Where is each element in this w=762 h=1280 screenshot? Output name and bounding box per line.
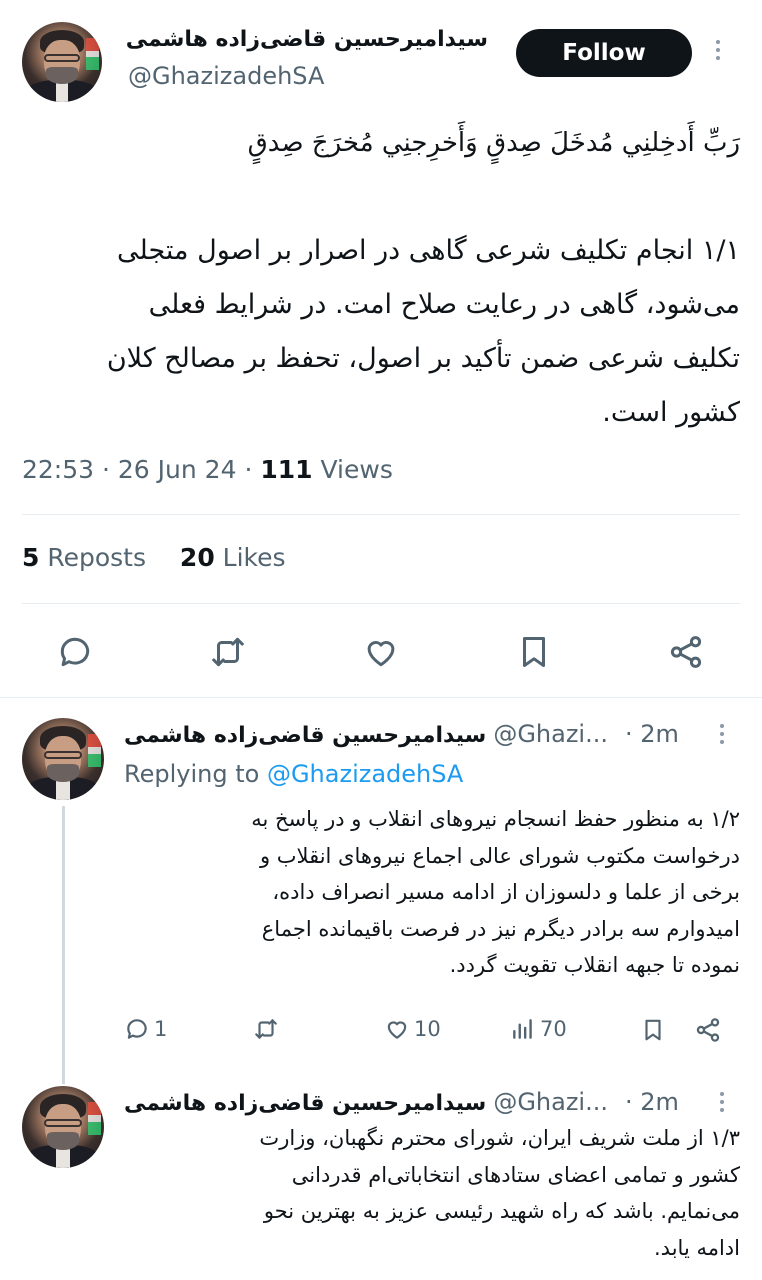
- views-icon: [513, 1019, 532, 1039]
- reply-bookmark-button[interactable]: [640, 1016, 666, 1044]
- replying-prefix: Replying to: [124, 760, 260, 788]
- reply-time[interactable]: · 2m: [625, 1088, 679, 1116]
- reposts-count: 5: [22, 543, 40, 572]
- reply-views-button[interactable]: 70: [510, 1016, 567, 1042]
- reply-like-button[interactable]: 10: [384, 1016, 441, 1042]
- reply-avatar[interactable]: [22, 1086, 104, 1168]
- bookmark-icon[interactable]: [515, 633, 553, 671]
- heart-icon[interactable]: [362, 633, 400, 671]
- tweet-text-line: ۱/۱ انجام تکلیف شرعی گاهی در اصرار بر اص…: [117, 235, 740, 266]
- more-icon[interactable]: [720, 724, 724, 744]
- engagement-stats: 5 Reposts 20 Likes: [22, 543, 286, 572]
- repost-icon: [255, 1019, 277, 1039]
- reply-like-count: 10: [414, 1017, 441, 1041]
- reply-handle[interactable]: @Ghazi...: [493, 1088, 608, 1116]
- likes-count: 20: [179, 543, 215, 572]
- views-count: 111: [260, 455, 313, 484]
- more-icon[interactable]: [720, 1092, 724, 1112]
- author-name[interactable]: سیدامیرحسین قاضی‌زاده هاشمی: [126, 27, 488, 52]
- reply-text-line: نموده تا جبهه انقلاب تقویت گردد.: [449, 953, 740, 977]
- reply-header: سیدامیرحسین قاضی‌زاده هاشمی @Ghazi... · …: [124, 1088, 679, 1116]
- author-handle[interactable]: @GhazizadehSA: [128, 62, 324, 90]
- tweet-meta: 22:53 · 26 Jun 24 · 111 Views: [22, 455, 393, 484]
- reply-text-line: امیدوارم سه برادر دیگرم نیز در فرصت باقی…: [261, 916, 740, 941]
- divider: [22, 514, 740, 515]
- author-avatar[interactable]: [22, 22, 102, 102]
- reply-icon: [127, 1019, 147, 1039]
- reply-text-line: برخی از علما و دلسوزان از ادامه مسیر انص…: [272, 880, 740, 904]
- tweet-text-line: رَبِّ أَدخِلنِي مُدخَلَ صِدقٍ وَأَخرِجنِ…: [247, 128, 740, 158]
- reply-author-name[interactable]: سیدامیرحسین قاضی‌زاده هاشمی: [124, 1091, 486, 1116]
- bookmark-icon: [645, 1019, 661, 1041]
- share-icon: [696, 1018, 720, 1042]
- reply-text-line: درخواست مکتوب شورای عالی اجماع نیروهای ا…: [259, 843, 740, 868]
- tweet-text: رَبِّ أَدخِلنِي مُدخَلَ صِدقٍ وَأَخرِجنِ…: [22, 116, 740, 440]
- tweet-text-line: کشور است.: [602, 397, 740, 428]
- heart-icon: [387, 1021, 407, 1039]
- replying-to: Replying to @GhazizadehSA: [124, 760, 463, 788]
- tweet-text-line: می‌شود، گاهی در رعایت صلاح امت. در شرایط…: [148, 289, 740, 320]
- reply-text: ۱/۲ به منظور حفظ انسجام نیروهای انقلاب و…: [124, 801, 740, 984]
- reply-author-name[interactable]: سیدامیرحسین قاضی‌زاده هاشمی: [124, 723, 486, 748]
- reply-text-line: می‌نمایم. باشد که راه شهید رئیسی عزیز به…: [263, 1199, 740, 1223]
- reposts-label: Reposts: [47, 543, 147, 572]
- divider: [0, 697, 762, 698]
- divider: [22, 603, 740, 604]
- reply-header: سیدامیرحسین قاضی‌زاده هاشمی @Ghazi... · …: [124, 720, 679, 748]
- reply-share-button[interactable]: [694, 1016, 722, 1044]
- follow-button[interactable]: Follow: [516, 29, 692, 77]
- reply-text-line: ۱/۲ به منظور حفظ انسجام نیروهای انقلاب و…: [251, 807, 740, 831]
- more-icon[interactable]: [716, 40, 720, 60]
- tweet-text-line: [22, 170, 740, 224]
- reply-reply-button[interactable]: 1: [124, 1016, 167, 1042]
- share-icon[interactable]: [666, 633, 706, 671]
- reply-text-line: ادامه یابد.: [654, 1235, 740, 1260]
- views-label: Views: [320, 455, 393, 484]
- tweet-time[interactable]: 22:53: [22, 455, 94, 484]
- reply-icon[interactable]: [56, 633, 94, 671]
- repost-icon[interactable]: [208, 633, 248, 671]
- reply-time[interactable]: · 2m: [625, 720, 679, 748]
- replying-handle[interactable]: @GhazizadehSA: [267, 760, 463, 788]
- tweet-text-line: تکلیف شرعی ضمن تأکید بر اصول، تحفظ بر مص…: [106, 343, 740, 374]
- likes-label: Likes: [222, 543, 286, 572]
- reply-text: ۱/۳ از ملت شریف ایران، شورای محترم نگهبا…: [124, 1120, 740, 1266]
- reply-reply-count: 1: [154, 1017, 168, 1041]
- reply-view-count: 70: [540, 1017, 567, 1041]
- reply-handle[interactable]: @Ghazi...: [493, 720, 608, 748]
- tweet-date[interactable]: 26 Jun 24: [118, 455, 237, 484]
- reposts-stat[interactable]: 5 Reposts: [22, 543, 154, 572]
- thread-line: [62, 806, 65, 1084]
- reply-text-line: کشور و تمامی اعضای ستادهای انتخاباتی‌ام …: [291, 1162, 740, 1187]
- reply-repost-button[interactable]: [252, 1016, 280, 1042]
- reply-text-line: ۱/۳ از ملت شریف ایران، شورای محترم نگهبا…: [259, 1126, 740, 1150]
- likes-stat[interactable]: 20 Likes: [180, 543, 286, 572]
- reply-avatar[interactable]: [22, 718, 104, 800]
